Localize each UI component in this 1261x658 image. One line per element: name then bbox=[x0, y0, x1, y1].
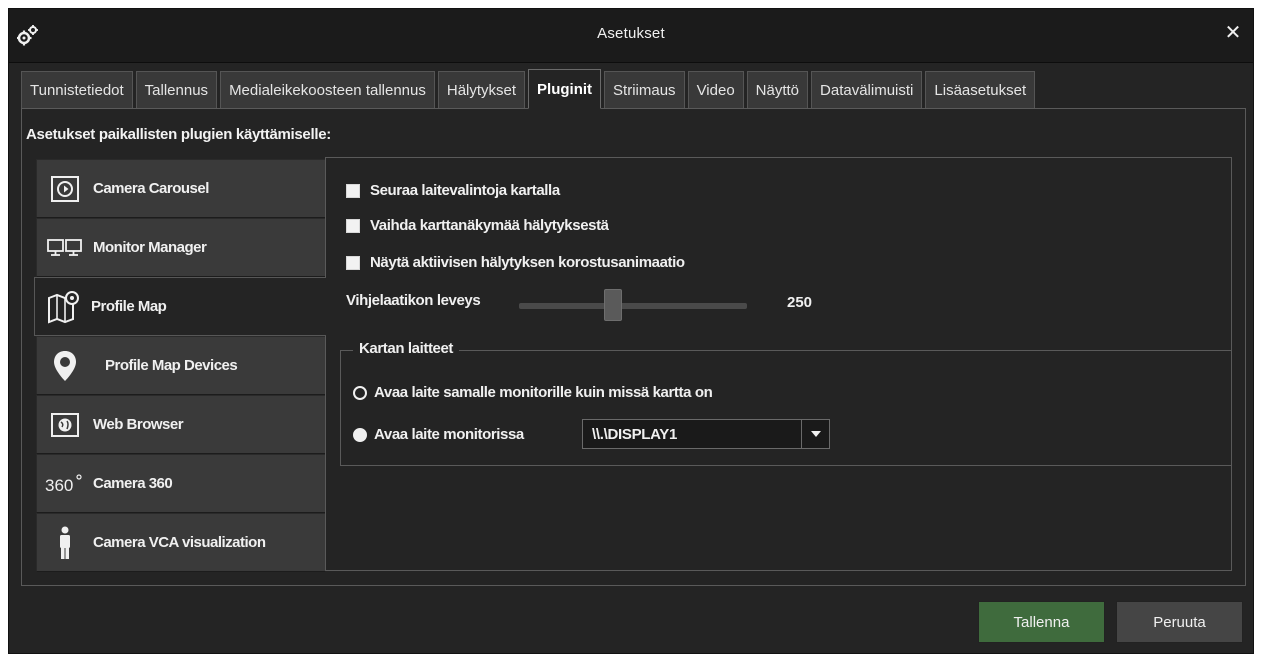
radio-row-monitor: Avaa laite monitorissa bbox=[353, 426, 524, 443]
plugin-settings-panel: Seuraa laitevalintoja kartalla Vaihda ka… bbox=[325, 157, 1232, 571]
plugin-item-label: Camera VCA visualization bbox=[93, 534, 266, 551]
option-label: Vaihda karttanäkymää hälytyksestä bbox=[370, 217, 609, 234]
option-label: Seuraa laitevalintoja kartalla bbox=[370, 182, 560, 199]
globe-icon bbox=[43, 405, 87, 445]
option-follow-device-selection: Seuraa laitevalintoja kartalla bbox=[346, 182, 560, 199]
chevron-down-icon[interactable] bbox=[801, 420, 829, 448]
tab-bar: Tunnistetiedot Tallennus Medialeikekoost… bbox=[21, 69, 1038, 109]
tab-tunnistetiedot[interactable]: Tunnistetiedot bbox=[21, 71, 133, 109]
map-devices-group: Kartan laitteet Avaa laite samalle monit… bbox=[340, 340, 1232, 466]
radio-label: Avaa laite samalle monitorille kuin miss… bbox=[374, 384, 713, 401]
title-bar: Asetukset ✕ bbox=[9, 9, 1253, 63]
plugin-item-label: Web Browser bbox=[93, 416, 184, 433]
open-same-monitor-radio[interactable] bbox=[353, 385, 367, 400]
plugin-item-label: Monitor Manager bbox=[93, 239, 207, 256]
close-icon[interactable]: ✕ bbox=[1221, 21, 1245, 45]
plugin-item-label: Camera Carousel bbox=[93, 180, 209, 197]
svg-text:360: 360 bbox=[45, 476, 73, 495]
tab-striimaus[interactable]: Striimaus bbox=[604, 71, 685, 109]
tab-halytykset[interactable]: Hälytykset bbox=[437, 71, 526, 109]
show-alarm-animation-checkbox[interactable] bbox=[346, 255, 360, 270]
option-label: Näytä aktiivisen hälytyksen korostusanim… bbox=[370, 254, 685, 271]
switch-map-on-alarm-checkbox[interactable] bbox=[346, 218, 360, 233]
tooltip-width-slider-track[interactable] bbox=[519, 303, 747, 309]
tooltip-width-row: Vihjelaatikon leveys bbox=[346, 292, 481, 309]
tooltip-width-label: Vihjelaatikon leveys bbox=[346, 292, 481, 309]
plugin-item-monitor-manager[interactable]: Monitor Manager bbox=[36, 218, 326, 277]
tooltip-width-slider-thumb[interactable] bbox=[604, 289, 622, 321]
cancel-button[interactable]: Peruuta bbox=[1116, 601, 1243, 643]
monitors-icon bbox=[43, 228, 87, 268]
plugin-item-web-browser[interactable]: Web Browser bbox=[36, 395, 326, 454]
tab-medialeikekoosteen-tallennus[interactable]: Medialeikekoosteen tallennus bbox=[220, 71, 435, 109]
radio-row-same-monitor: Avaa laite samalle monitorille kuin miss… bbox=[353, 384, 713, 401]
tab-lisaasetukset[interactable]: Lisäasetukset bbox=[925, 71, 1036, 109]
tooltip-width-value: 250 bbox=[787, 294, 813, 311]
follow-device-selection-checkbox[interactable] bbox=[346, 183, 360, 198]
map-pin-icon bbox=[43, 346, 87, 386]
radio-label: Avaa laite monitorissa bbox=[374, 426, 524, 443]
tab-video[interactable]: Video bbox=[687, 71, 744, 109]
tab-naytto[interactable]: Näyttö bbox=[746, 71, 809, 109]
save-button[interactable]: Tallenna bbox=[978, 601, 1105, 643]
plugin-item-camera-carousel[interactable]: Camera Carousel bbox=[36, 159, 326, 218]
option-show-alarm-animation: Näytä aktiivisen hälytyksen korostusanim… bbox=[346, 254, 685, 271]
option-switch-map-on-alarm: Vaihda karttanäkymää hälytyksestä bbox=[346, 217, 609, 234]
open-on-monitor-radio[interactable] bbox=[353, 427, 367, 442]
plugins-panel: Asetukset paikallisten plugien käyttämis… bbox=[21, 108, 1246, 586]
monitor-select-value: \\.\DISPLAY1 bbox=[592, 425, 678, 443]
plugin-list: Camera Carousel Monitor Manager Profile … bbox=[34, 159, 326, 572]
plugin-item-camera-360[interactable]: 360 Camera 360 bbox=[36, 454, 326, 513]
plugin-item-profile-map[interactable]: Profile Map bbox=[34, 277, 326, 336]
window-title: Asetukset bbox=[597, 25, 665, 42]
group-legend: Kartan laitteet bbox=[353, 340, 460, 357]
settings-dialog: Asetukset ✕ Tunnistetiedot Tallennus Med… bbox=[8, 8, 1254, 654]
plugin-item-profile-map-devices[interactable]: Profile Map Devices bbox=[36, 336, 326, 395]
plugin-item-camera-vca-visualization[interactable]: Camera VCA visualization bbox=[36, 513, 326, 572]
tab-datavalimuisti[interactable]: Datavälimuisti bbox=[811, 71, 923, 109]
plugin-item-label: Profile Map bbox=[91, 298, 167, 315]
plugin-item-label: Profile Map Devices bbox=[105, 357, 238, 374]
person-icon bbox=[43, 523, 87, 563]
tab-tallennus[interactable]: Tallennus bbox=[135, 71, 218, 109]
map-icon bbox=[41, 287, 85, 327]
carousel-icon bbox=[43, 169, 87, 209]
plugin-item-label: Camera 360 bbox=[93, 475, 173, 492]
monitor-select[interactable]: \\.\DISPLAY1 bbox=[582, 419, 830, 449]
panel-heading: Asetukset paikallisten plugien käyttämis… bbox=[26, 126, 331, 143]
camera-360-icon: 360 bbox=[43, 464, 87, 504]
tab-pluginit[interactable]: Pluginit bbox=[528, 69, 602, 109]
